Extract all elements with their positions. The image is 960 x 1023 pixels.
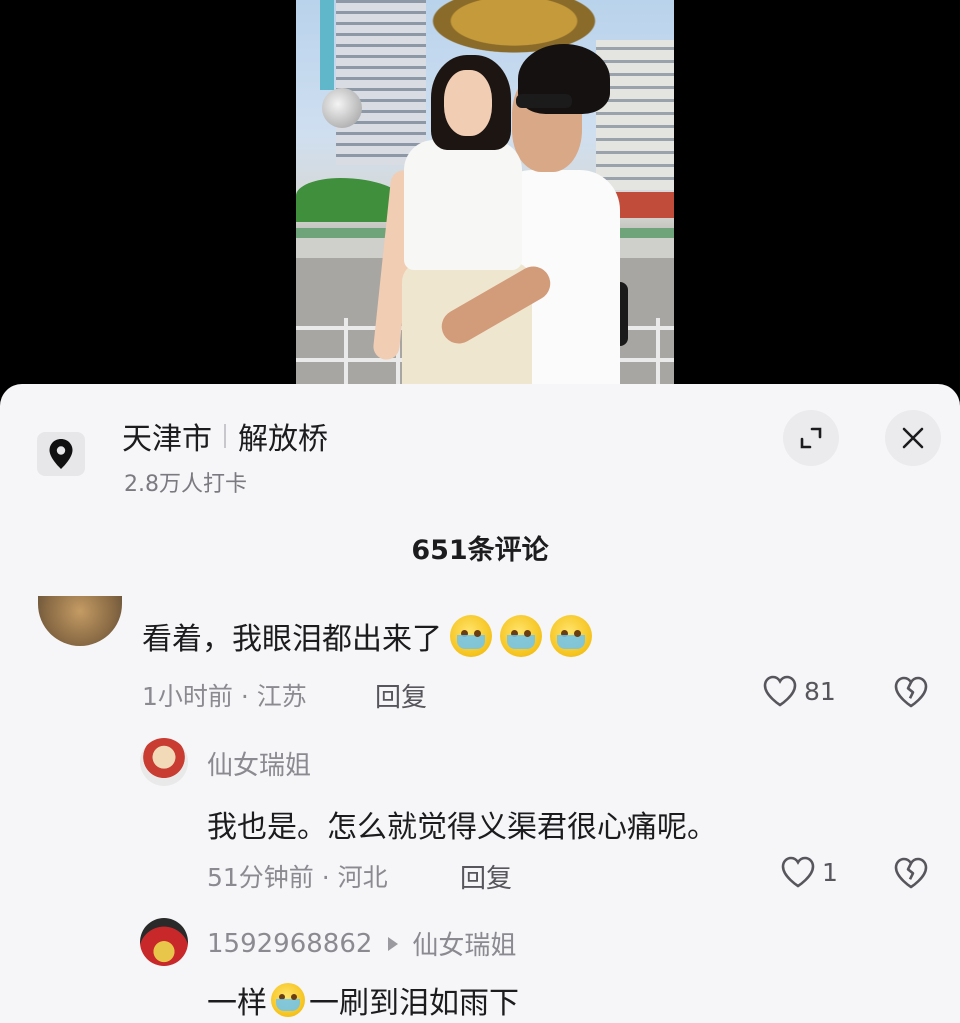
dislike-button[interactable]	[893, 675, 929, 713]
pleading-tears-emoji	[550, 615, 592, 657]
location-title[interactable]: 天津市 解放桥	[122, 414, 328, 458]
close-icon	[902, 427, 924, 449]
video-player[interactable]	[0, 0, 960, 384]
comment-text: 看着，我眼泪都出来了	[142, 614, 592, 658]
girl-face	[444, 70, 492, 136]
broken-heart-icon	[894, 857, 928, 889]
sunglasses	[516, 94, 572, 108]
reply-text-part: 一样	[207, 986, 267, 1021]
pleading-tears-emoji	[500, 615, 542, 657]
video-frame[interactable]	[296, 0, 674, 384]
girl-top	[404, 140, 522, 270]
reply-username[interactable]: 1592968862	[207, 929, 372, 959]
reply-text: 一样 一刷到泪如雨下	[207, 978, 519, 1022]
reply-username-row: 1592968862 仙女瑞姐	[207, 925, 516, 962]
reply-button[interactable]: 回复	[460, 858, 512, 895]
reply-username[interactable]: 仙女瑞姐	[207, 745, 311, 782]
avatar[interactable]	[140, 738, 188, 786]
reply-button[interactable]: 回复	[375, 677, 427, 714]
heart-outline-icon	[763, 675, 797, 707]
like-count: 81	[804, 676, 836, 706]
checkin-count: 2.8万人打卡	[124, 472, 247, 497]
reply-text-part: 一刷到泪如雨下	[309, 986, 519, 1021]
location-badge[interactable]	[37, 432, 85, 476]
crying-face-emoji	[271, 983, 305, 1017]
pleading-tears-emoji	[450, 615, 492, 657]
map-pin-icon	[49, 439, 73, 469]
like-button[interactable]: 81	[762, 674, 836, 708]
close-button[interactable]	[885, 410, 941, 466]
expand-button[interactable]	[783, 410, 839, 466]
avatar[interactable]	[140, 918, 188, 966]
like-button[interactable]: 1	[780, 855, 838, 889]
broken-heart-icon	[894, 676, 928, 708]
heart-outline-icon	[781, 856, 815, 888]
ferris-wheel	[320, 0, 334, 90]
divider	[224, 424, 226, 448]
location-place: 解放桥	[238, 422, 328, 457]
comment-meta: 1小时前 · 江苏	[142, 682, 307, 711]
comment-count: 651条评论	[411, 535, 549, 566]
dislike-button[interactable]	[893, 856, 929, 894]
reply-text: 我也是。怎么就觉得义渠君很心痛呢。	[207, 810, 717, 845]
comment-body: 看着，我眼泪都出来了	[142, 622, 442, 657]
building	[596, 40, 674, 190]
like-count: 1	[822, 857, 838, 887]
location-city: 天津市	[122, 422, 212, 457]
ornament	[322, 88, 362, 128]
reply-to-username[interactable]: 仙女瑞姐	[412, 925, 516, 962]
reply-meta: 51分钟前 · 河北	[207, 863, 388, 892]
reply-arrow-icon	[388, 936, 399, 951]
expand-icon	[800, 427, 822, 449]
